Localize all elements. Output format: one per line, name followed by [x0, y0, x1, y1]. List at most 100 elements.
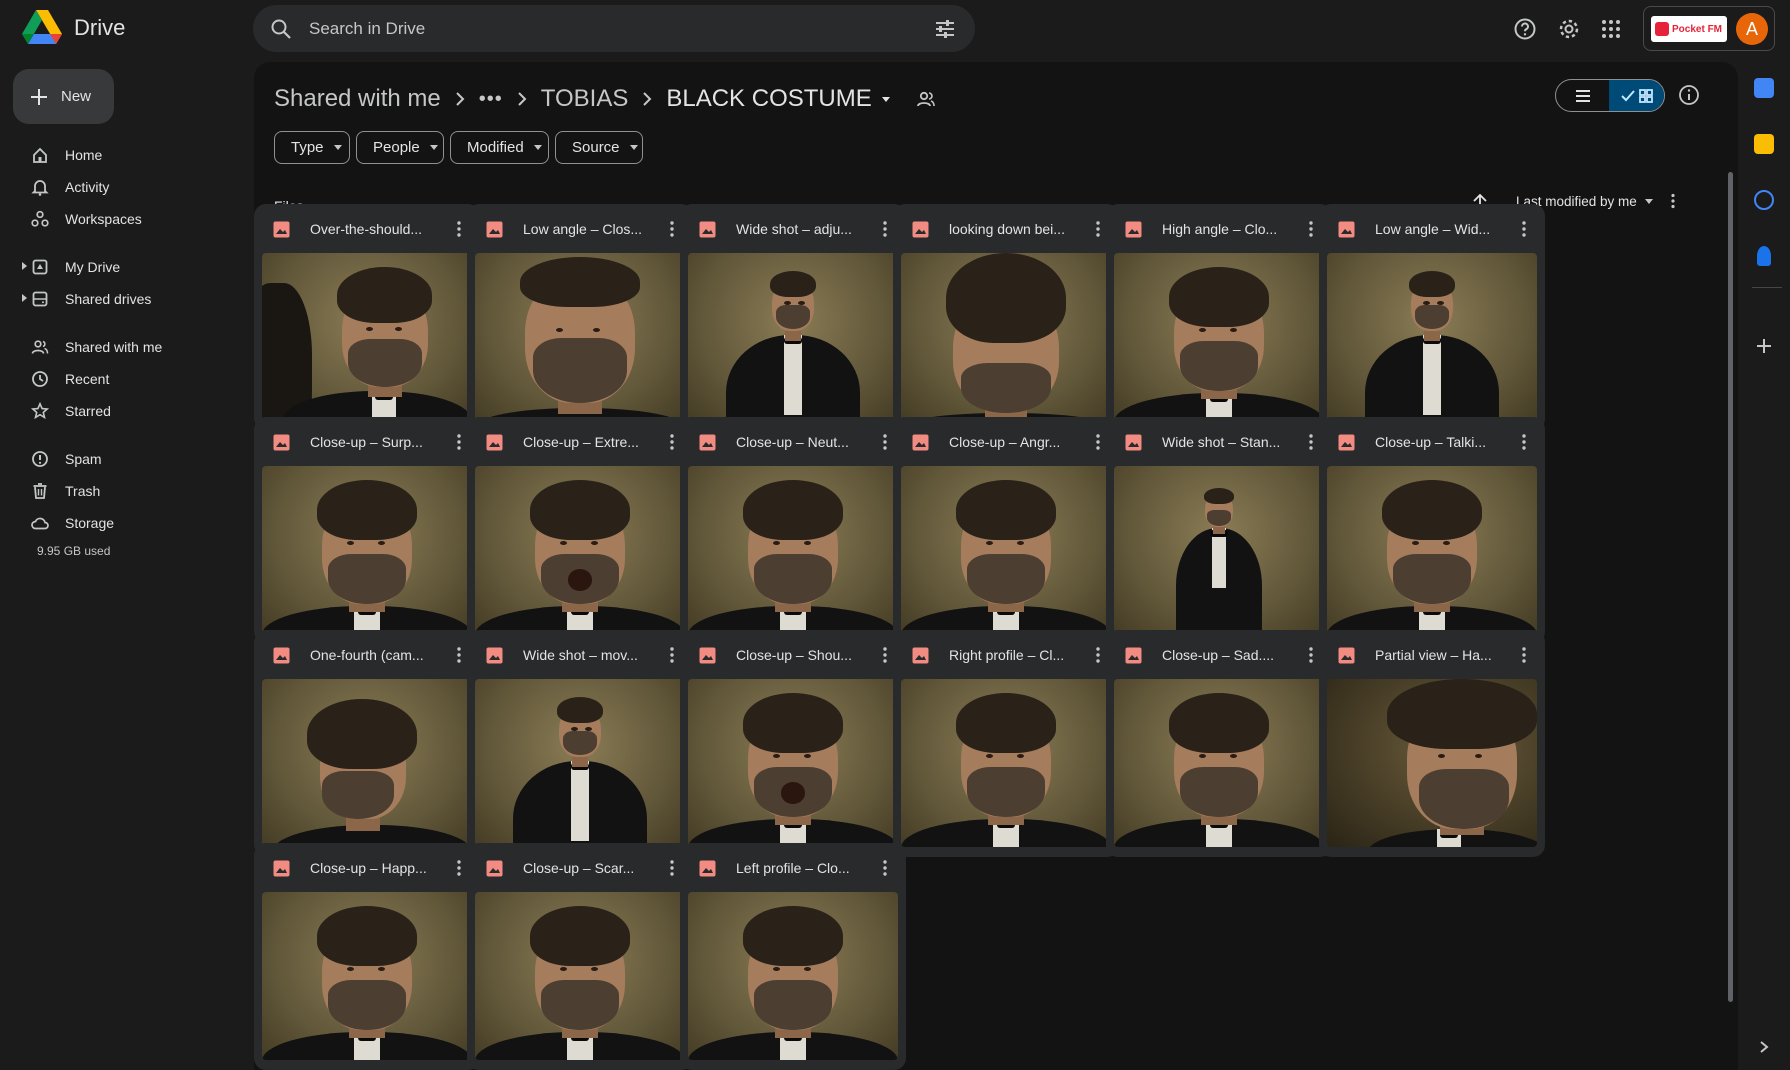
sidebar-item-storage[interactable]: Storage	[22, 508, 242, 538]
file-name[interactable]: Close-up – Surp...	[310, 434, 450, 450]
add-addon-plus-icon[interactable]	[1755, 337, 1773, 355]
sidebar-item-home[interactable]: Home	[22, 140, 242, 170]
more-options-icon[interactable]	[1089, 219, 1107, 239]
more-options-icon[interactable]	[876, 432, 894, 452]
file-thumbnail[interactable]	[688, 679, 898, 847]
grid-view-button[interactable]	[1609, 80, 1664, 111]
list-view-button[interactable]	[1556, 80, 1609, 111]
file-thumbnail[interactable]	[1327, 466, 1537, 634]
file-thumbnail[interactable]	[688, 892, 898, 1060]
sidebar-item-shared-with-me[interactable]: Shared with me	[22, 332, 242, 362]
expand-caret-icon[interactable]	[22, 294, 27, 302]
file-thumbnail[interactable]	[475, 466, 685, 634]
breadcrumb-ellipsis[interactable]: •••	[479, 88, 503, 111]
search-bar[interactable]	[253, 5, 975, 52]
new-button[interactable]: New	[13, 69, 114, 124]
more-options-icon[interactable]	[663, 219, 681, 239]
sidebar-item-workspaces[interactable]: Workspaces	[22, 204, 242, 234]
file-name[interactable]: Close-up – Happ...	[310, 860, 450, 876]
sidebar-item-activity[interactable]: Activity	[22, 172, 242, 202]
file-card[interactable]: Wide shot – Stan...	[1106, 417, 1332, 644]
file-name[interactable]: One-fourth (cam...	[310, 647, 450, 663]
avatar[interactable]: A	[1736, 13, 1768, 45]
more-options-icon[interactable]	[1515, 645, 1533, 665]
keep-icon[interactable]	[1754, 134, 1774, 154]
file-name[interactable]: Close-up – Neut...	[736, 434, 876, 450]
file-name[interactable]: Partial view – Ha...	[1375, 647, 1515, 663]
file-card[interactable]: Close-up – Scar...	[467, 843, 693, 1070]
file-card[interactable]: Over-the-should...	[254, 204, 480, 431]
more-options-icon[interactable]	[1302, 432, 1320, 452]
more-options-icon[interactable]	[450, 432, 468, 452]
tasks-icon[interactable]	[1754, 190, 1774, 210]
file-thumbnail[interactable]	[475, 253, 685, 421]
sidebar-item-shared-drives[interactable]: Shared drives	[22, 284, 242, 314]
file-name[interactable]: Close-up – Angr...	[949, 434, 1089, 450]
more-options-icon[interactable]	[663, 432, 681, 452]
file-name[interactable]: looking down bei...	[949, 221, 1089, 237]
sidebar-item-starred[interactable]: Starred	[22, 396, 242, 426]
file-card[interactable]: Close-up – Surp...	[254, 417, 480, 644]
file-card[interactable]: Low angle – Clos...	[467, 204, 693, 431]
sidebar-item-trash[interactable]: Trash	[22, 476, 242, 506]
breadcrumb-tobias[interactable]: TOBIAS	[541, 85, 629, 113]
more-options-icon[interactable]	[450, 219, 468, 239]
expand-panel-chevron-icon[interactable]	[1758, 1040, 1770, 1054]
file-thumbnail[interactable]	[901, 466, 1111, 634]
file-card[interactable]: Wide shot – mov...	[467, 630, 693, 857]
filter-modified[interactable]: Modified	[450, 131, 549, 164]
more-options-icon[interactable]	[1664, 192, 1682, 210]
breadcrumb-shared-with-me[interactable]: Shared with me	[274, 85, 441, 113]
file-name[interactable]: High angle – Clo...	[1162, 221, 1302, 237]
file-card[interactable]: Close-up – Angr...	[893, 417, 1119, 644]
more-options-icon[interactable]	[663, 645, 681, 665]
file-thumbnail[interactable]	[1114, 679, 1324, 847]
more-options-icon[interactable]	[876, 858, 894, 878]
file-thumbnail[interactable]	[1114, 253, 1324, 421]
file-thumbnail[interactable]	[688, 466, 898, 634]
info-icon[interactable]	[1678, 84, 1700, 106]
file-thumbnail[interactable]	[688, 253, 898, 421]
more-options-icon[interactable]	[663, 858, 681, 878]
file-name[interactable]: Over-the-should...	[310, 221, 450, 237]
file-thumbnail[interactable]	[475, 679, 685, 847]
more-options-icon[interactable]	[1089, 432, 1107, 452]
search-input[interactable]	[309, 18, 933, 39]
filter-type[interactable]: Type	[274, 131, 350, 164]
file-card[interactable]: Partial view – Ha...	[1319, 630, 1545, 857]
file-name[interactable]: Close-up – Scar...	[523, 860, 663, 876]
file-thumbnail[interactable]	[262, 892, 472, 1060]
file-card[interactable]: High angle – Clo...	[1106, 204, 1332, 431]
more-options-icon[interactable]	[450, 858, 468, 878]
file-name[interactable]: Left profile – Clo...	[736, 860, 876, 876]
account-switcher[interactable]: Pocket FM A	[1643, 6, 1775, 51]
file-name[interactable]: Low angle – Wid...	[1375, 221, 1515, 237]
more-options-icon[interactable]	[1302, 645, 1320, 665]
more-options-icon[interactable]	[876, 219, 894, 239]
file-card[interactable]: One-fourth (cam...	[254, 630, 480, 857]
search-options-icon[interactable]	[933, 17, 957, 41]
file-thumbnail[interactable]	[475, 892, 685, 1060]
sidebar-item-spam[interactable]: Spam	[22, 444, 242, 474]
more-options-icon[interactable]	[450, 645, 468, 665]
shared-folder-icon[interactable]	[916, 89, 936, 109]
filter-people[interactable]: People	[356, 131, 444, 164]
drive-logo[interactable]: Drive	[22, 10, 125, 46]
file-card[interactable]: Low angle – Wid...	[1319, 204, 1545, 431]
file-thumbnail[interactable]	[901, 253, 1111, 421]
expand-caret-icon[interactable]	[22, 262, 27, 270]
contacts-icon[interactable]	[1757, 246, 1771, 266]
file-name[interactable]: Right profile – Cl...	[949, 647, 1089, 663]
more-options-icon[interactable]	[1089, 645, 1107, 665]
apps-grid-icon[interactable]	[1599, 17, 1623, 41]
file-card[interactable]: Wide shot – adju...	[680, 204, 906, 431]
more-options-icon[interactable]	[1515, 219, 1533, 239]
filter-source[interactable]: Source	[555, 131, 643, 164]
folder-menu-caret-icon[interactable]	[881, 96, 890, 102]
file-name[interactable]: Close-up – Sad....	[1162, 647, 1302, 663]
file-thumbnail[interactable]	[262, 466, 472, 634]
file-name[interactable]: Low angle – Clos...	[523, 221, 663, 237]
file-name[interactable]: Wide shot – Stan...	[1162, 434, 1302, 450]
breadcrumb-current-folder[interactable]: BLACK COSTUME	[666, 85, 871, 113]
more-options-icon[interactable]	[1302, 219, 1320, 239]
